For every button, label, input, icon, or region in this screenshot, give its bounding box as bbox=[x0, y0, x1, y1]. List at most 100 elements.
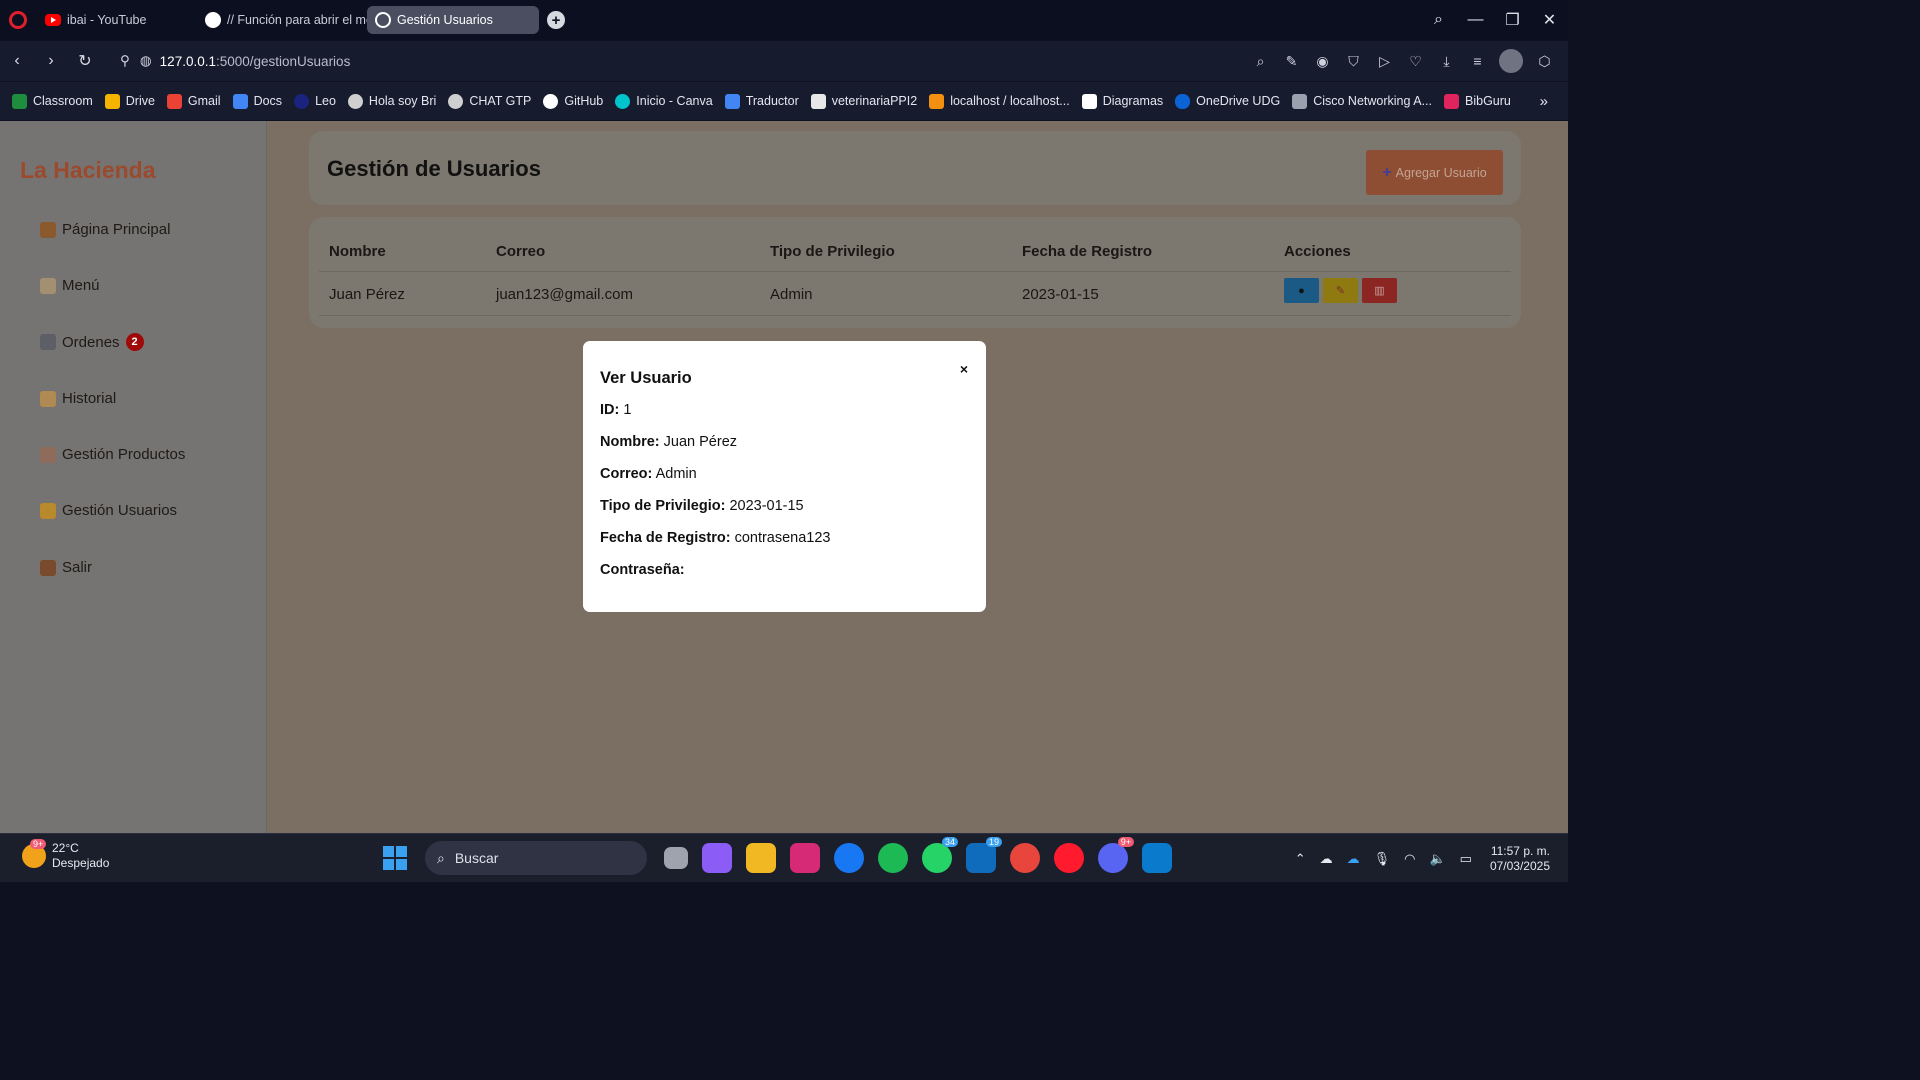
edit-user-button[interactable]: ✎ bbox=[1323, 278, 1358, 303]
table-divider bbox=[319, 315, 1511, 316]
onedrive-icon[interactable]: ☁ bbox=[1320, 851, 1333, 867]
lens-icon[interactable]: ⌕ bbox=[1245, 53, 1276, 70]
bookmark-leo[interactable]: Leo bbox=[294, 93, 336, 109]
restore-button[interactable]: ❐ bbox=[1494, 10, 1531, 30]
clock-time: 11:57 p. m. bbox=[1490, 843, 1550, 858]
forward-button[interactable]: › bbox=[34, 52, 68, 70]
system-tray: ⌃ ☁ ☁ 🎙 ◠ 🔈 ▭ 11:57 p. m. 07/03/2025 bbox=[1281, 834, 1550, 883]
search-tabs-icon[interactable]: ⌕ bbox=[1420, 11, 1457, 29]
bookmark-docs[interactable]: Docs bbox=[232, 93, 282, 109]
canva-icon bbox=[615, 93, 631, 109]
vscode-icon[interactable] bbox=[1142, 843, 1172, 873]
volume-icon[interactable]: 🔈 bbox=[1429, 851, 1445, 867]
extensions-icon[interactable]: ⬡ bbox=[1529, 53, 1560, 70]
sidebar-item-salir[interactable]: Salir bbox=[40, 559, 92, 576]
modal-overlay[interactable]: La Hacienda Página Principal Menú Ordene… bbox=[0, 121, 1568, 833]
opera-logo-icon[interactable] bbox=[9, 11, 27, 29]
whatsapp-badge: 34 bbox=[941, 837, 958, 847]
pencil-icon: ✎ bbox=[1335, 285, 1346, 297]
view-user-button[interactable]: ● bbox=[1284, 278, 1319, 303]
task-view-icon[interactable] bbox=[664, 847, 688, 869]
bookmark-github[interactable]: GitHub bbox=[543, 93, 603, 109]
back-button[interactable]: ‹ bbox=[0, 52, 34, 70]
opera-icon[interactable] bbox=[1054, 843, 1084, 873]
address-bar: ‹ › ↻ ⚲ ◍ 127.0.0.1:5000/gestionUsuarios… bbox=[0, 41, 1568, 81]
clipboard-icon bbox=[40, 277, 56, 294]
facebook-icon[interactable] bbox=[834, 843, 864, 873]
sidebar-item-gestion-productos[interactable]: Gestión Productos bbox=[40, 446, 185, 463]
url-field[interactable]: ⚲ ◍ 127.0.0.1:5000/gestionUsuarios bbox=[120, 53, 350, 69]
bookmark-drive[interactable]: Drive bbox=[104, 93, 155, 109]
outlook-icon[interactable]: 19 bbox=[966, 837, 1002, 873]
onedrive-blue-icon[interactable]: ☁ bbox=[1347, 851, 1360, 867]
weather-moon-icon: 9+ bbox=[22, 839, 47, 868]
bookmark-classroom[interactable]: Classroom bbox=[12, 93, 93, 109]
chrome-icon[interactable] bbox=[1010, 843, 1040, 873]
sidebar-item-historial[interactable]: Historial bbox=[40, 390, 116, 407]
instagram-icon[interactable] bbox=[790, 843, 820, 873]
file-explorer-icon[interactable] bbox=[746, 843, 776, 873]
weather-desc: Despejado bbox=[52, 856, 110, 870]
chevron-up-icon[interactable]: ⌃ bbox=[1295, 851, 1306, 867]
field-value: Admin bbox=[655, 466, 697, 482]
sidebar-item-ordenes[interactable]: Ordenes 2 bbox=[40, 333, 144, 351]
bookmark-gmail[interactable]: Gmail bbox=[166, 93, 221, 109]
column-header-acciones: Acciones bbox=[1284, 243, 1351, 260]
weather-widget[interactable]: 9+ 22°C Despejado bbox=[22, 839, 110, 871]
bookmark-canva[interactable]: Inicio - Canva bbox=[615, 93, 713, 109]
shield-icon[interactable]: ⛉ bbox=[1338, 53, 1369, 70]
modal-close-button[interactable]: × bbox=[960, 361, 968, 377]
battery-icon[interactable]: ▭ bbox=[1460, 851, 1472, 867]
modal-field-fecha: Fecha de Registro: contrasena123 bbox=[600, 530, 831, 546]
docs-icon bbox=[232, 93, 248, 109]
bookmark-diagramas[interactable]: Diagramas bbox=[1081, 93, 1163, 109]
sidebar-item-menu[interactable]: Menú bbox=[40, 277, 100, 294]
close-window-button[interactable]: ✕ bbox=[1531, 10, 1568, 30]
bookmark-veterinaria[interactable]: veterinariaPPI2 bbox=[810, 93, 917, 109]
download-icon[interactable]: ⤓ bbox=[1431, 53, 1462, 70]
site-settings-icon[interactable]: ⚲ bbox=[120, 53, 130, 69]
microphone-icon[interactable]: 🎙 bbox=[1374, 851, 1391, 867]
sidebar-item-label: Menú bbox=[62, 277, 100, 294]
bookmarks-more-button[interactable]: » bbox=[1540, 93, 1548, 110]
bookmark-traductor[interactable]: Traductor bbox=[724, 93, 799, 109]
minimize-button[interactable]: — bbox=[1457, 11, 1494, 29]
edit-icon[interactable]: ✎ bbox=[1276, 53, 1307, 70]
taskbar-search[interactable]: ⌕ Buscar bbox=[425, 841, 647, 875]
spotify-icon[interactable] bbox=[878, 843, 908, 873]
bookmark-localhost[interactable]: localhost / localhost... bbox=[929, 93, 1070, 109]
reload-button[interactable]: ↻ bbox=[68, 51, 102, 71]
bookmark-cisco[interactable]: Cisco Networking A... bbox=[1292, 93, 1432, 109]
bookmark-onedrive[interactable]: OneDrive UDG bbox=[1175, 93, 1280, 109]
handshake-icon bbox=[40, 502, 56, 519]
whatsapp-icon[interactable]: 34 bbox=[922, 837, 958, 873]
translate-icon bbox=[724, 93, 740, 109]
tab-gestion-usuarios[interactable]: Gestión Usuarios bbox=[367, 6, 539, 34]
windows-start-icon[interactable] bbox=[383, 846, 407, 870]
discord-icon[interactable]: 9+ bbox=[1098, 837, 1134, 873]
cell-correo: juan123@gmail.com bbox=[496, 286, 633, 303]
delete-user-button[interactable]: ▥ bbox=[1362, 278, 1397, 303]
tab-youtube[interactable]: ibai - YouTube bbox=[37, 6, 197, 34]
camera-icon[interactable]: ◉ bbox=[1307, 53, 1338, 70]
door-icon bbox=[40, 559, 56, 576]
bookmark-bibguru[interactable]: BibGuru bbox=[1444, 93, 1511, 109]
menu-icon[interactable]: ≡ bbox=[1462, 53, 1493, 69]
bookmark-chat-gtp[interactable]: CHAT GTP bbox=[448, 93, 531, 109]
column-header-correo: Correo bbox=[496, 243, 546, 260]
clock[interactable]: 11:57 p. m. 07/03/2025 bbox=[1490, 844, 1550, 874]
profile-avatar[interactable] bbox=[1499, 49, 1523, 73]
sidebar-item-pagina-principal[interactable]: Página Principal bbox=[40, 221, 170, 238]
field-label: ID: bbox=[600, 402, 620, 418]
new-tab-button[interactable]: + bbox=[547, 11, 565, 29]
sidebar-item-gestion-usuarios[interactable]: Gestión Usuarios bbox=[40, 502, 177, 519]
bookmark-hola-soy-bri[interactable]: Hola soy Bri bbox=[347, 93, 436, 109]
cell-privilegio: Admin bbox=[770, 286, 813, 303]
bibguru-icon bbox=[1444, 93, 1459, 109]
heart-icon[interactable]: ♡ bbox=[1400, 53, 1431, 70]
copilot-icon[interactable] bbox=[702, 843, 732, 873]
send-icon[interactable]: ▷ bbox=[1369, 53, 1400, 70]
wifi-icon[interactable]: ◠ bbox=[1404, 851, 1415, 867]
tab-funcion[interactable]: // Función para abrir el mo bbox=[197, 6, 367, 34]
add-user-button[interactable]: + Agregar Usuario bbox=[1366, 150, 1503, 195]
